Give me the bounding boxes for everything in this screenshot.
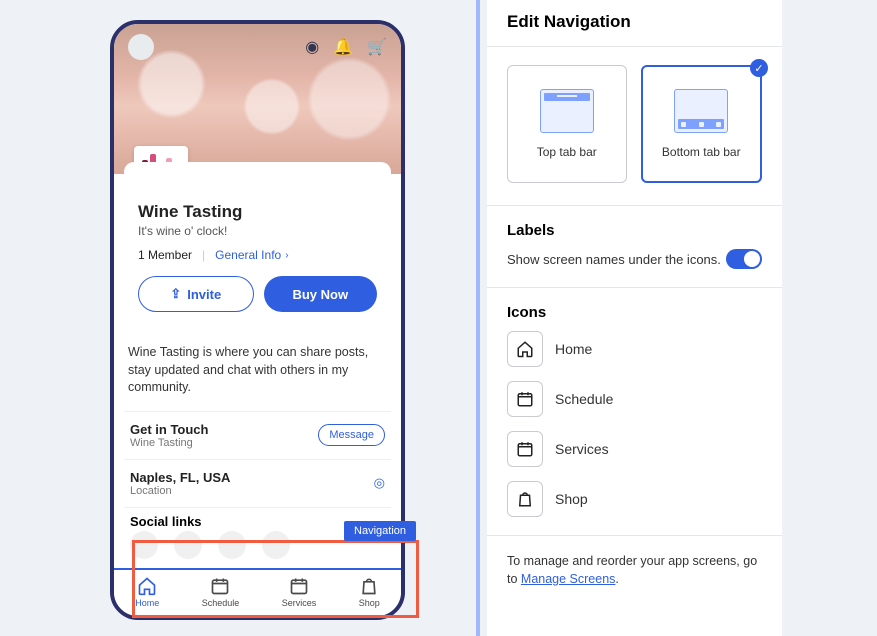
community-description: Wine Tasting is where you can share post… <box>128 344 387 397</box>
manage-screens-link[interactable]: Manage Screens <box>521 572 616 586</box>
social-link[interactable] <box>262 531 290 559</box>
tab-label: Shop <box>359 598 380 608</box>
chat-icon[interactable]: ◉ <box>305 37 319 57</box>
tab-label: Schedule <box>202 598 240 608</box>
labels-description: Show screen names under the icons. <box>507 252 721 267</box>
cart-icon[interactable]: 🛒 <box>367 37 387 57</box>
option-label: Top tab bar <box>537 145 597 159</box>
icon-label: Home <box>555 341 592 357</box>
labels-heading: Labels <box>507 222 762 239</box>
icon-label: Schedule <box>555 391 613 407</box>
general-info-label: General Info <box>215 248 281 262</box>
tab-schedule[interactable]: Schedule <box>202 576 240 608</box>
check-icon: ✓ <box>750 59 768 77</box>
bag-icon <box>359 576 379 596</box>
invite-label: Invite <box>187 287 221 302</box>
location-sub: Location <box>130 485 230 497</box>
hero-image: ◉ 🔔 🛒 <box>114 24 401 174</box>
chevron-right-icon: › <box>285 250 288 261</box>
pin-icon: ◎ <box>374 475 385 491</box>
navigation-badge[interactable]: Navigation <box>344 521 416 541</box>
buy-now-label: Buy Now <box>292 287 348 302</box>
footer-note: To manage and reorder your app screens, … <box>487 536 782 604</box>
icon-row-schedule[interactable]: Schedule <box>507 381 762 417</box>
option-bottom-tab-bar[interactable]: ✓ Bottom tab bar <box>641 65 763 183</box>
member-count[interactable]: 1 Member <box>138 248 192 262</box>
top-tab-preview-icon <box>540 89 594 133</box>
share-icon: ⇪ <box>170 286 181 302</box>
option-label: Bottom tab bar <box>662 145 741 159</box>
icons-heading: Icons <box>507 304 762 321</box>
labels-toggle[interactable] <box>726 249 762 269</box>
tab-shop[interactable]: Shop <box>359 576 380 608</box>
icon-row-services[interactable]: Services <box>507 431 762 467</box>
home-icon <box>137 576 157 596</box>
contact-row[interactable]: Get in Touch Wine Tasting Message <box>124 412 391 460</box>
calendar-icon <box>289 576 309 596</box>
message-button[interactable]: Message <box>318 424 385 446</box>
location-row[interactable]: Naples, FL, USA Location ◎ <box>124 460 391 508</box>
icon-label: Shop <box>555 491 588 507</box>
social-link[interactable] <box>174 531 202 559</box>
location-heading: Naples, FL, USA <box>130 470 230 485</box>
bottom-tab-preview-icon <box>674 89 728 133</box>
option-top-tab-bar[interactable]: Top tab bar <box>507 65 627 183</box>
tab-home[interactable]: Home <box>135 576 159 608</box>
footer-text: . <box>615 572 618 586</box>
icon-row-shop[interactable]: Shop <box>507 481 762 517</box>
social-link[interactable] <box>130 531 158 559</box>
tab-label: Services <box>282 598 317 608</box>
contact-sub: Wine Tasting <box>130 437 208 449</box>
bag-icon[interactable] <box>507 481 543 517</box>
divider-accent <box>476 0 480 636</box>
buy-now-button[interactable]: Buy Now <box>264 276 378 312</box>
icon-row-home[interactable]: Home <box>507 331 762 367</box>
calendar-icon[interactable] <box>507 431 543 467</box>
calendar-icon <box>210 576 230 596</box>
community-subtitle: It's wine o' clock! <box>138 224 377 238</box>
bell-icon[interactable]: 🔔 <box>333 37 353 57</box>
bottom-tab-bar: Home Schedule Services Shop <box>114 568 401 616</box>
icon-label: Services <box>555 441 609 457</box>
tab-services[interactable]: Services <box>282 576 317 608</box>
community-title: Wine Tasting <box>138 202 377 222</box>
panel-heading: Edit Navigation <box>487 0 782 47</box>
avatar[interactable] <box>128 34 154 60</box>
contact-heading: Get in Touch <box>130 422 208 437</box>
social-link[interactable] <box>218 531 246 559</box>
invite-button[interactable]: ⇪ Invite <box>138 276 254 312</box>
home-icon[interactable] <box>507 331 543 367</box>
edit-navigation-panel: Edit Navigation Top tab bar ✓ Bottom tab… <box>487 0 782 636</box>
calendar-icon[interactable] <box>507 381 543 417</box>
general-info-link[interactable]: General Info › <box>215 248 288 262</box>
divider: | <box>202 248 205 262</box>
tab-label: Home <box>135 598 159 608</box>
